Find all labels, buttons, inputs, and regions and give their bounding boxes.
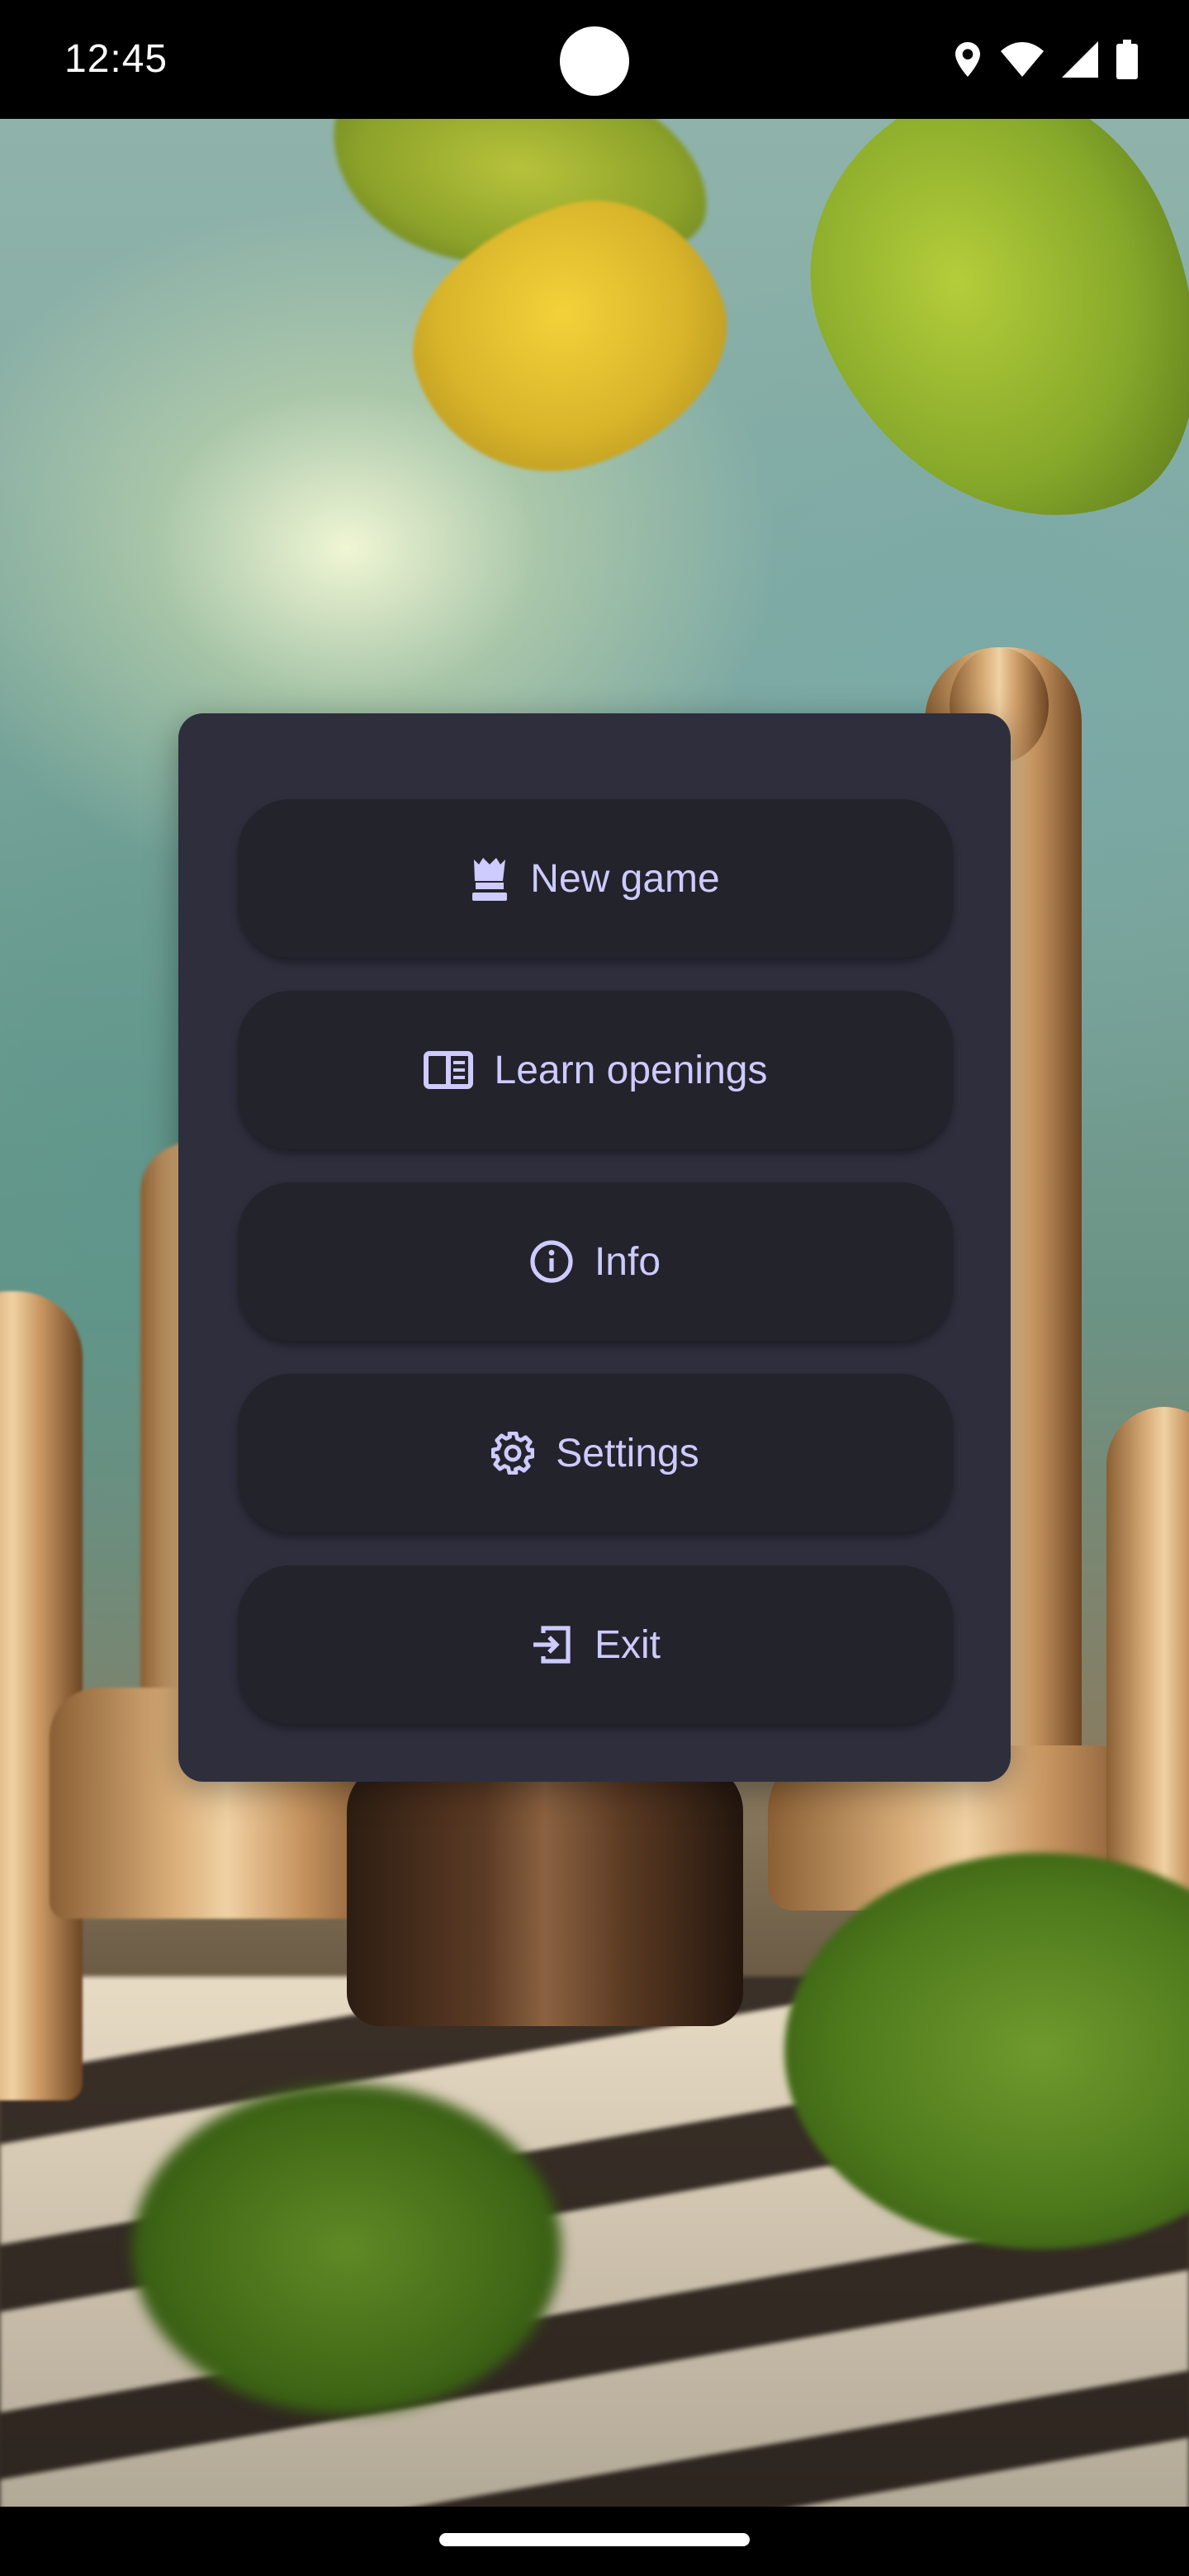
learn-openings-label: Learn openings bbox=[494, 1048, 768, 1092]
status-bar: 12:45 bbox=[0, 0, 1189, 119]
exit-label: Exit bbox=[594, 1622, 661, 1667]
chess-piece bbox=[347, 1762, 743, 2026]
navigation-bar bbox=[0, 2507, 1189, 2576]
info-icon bbox=[530, 1240, 573, 1283]
signal-icon bbox=[1062, 41, 1098, 78]
info-label: Info bbox=[594, 1239, 661, 1284]
gear-icon bbox=[491, 1432, 535, 1475]
battery-icon bbox=[1116, 40, 1138, 79]
status-time: 12:45 bbox=[64, 37, 168, 81]
learn-openings-button[interactable]: Learn openings bbox=[238, 991, 953, 1149]
camera-cutout bbox=[560, 26, 629, 96]
leaf-decoration bbox=[755, 119, 1189, 584]
settings-button[interactable]: Settings bbox=[238, 1374, 953, 1532]
settings-label: Settings bbox=[556, 1431, 699, 1475]
new-game-label: New game bbox=[530, 856, 720, 901]
book-icon bbox=[423, 1051, 473, 1089]
screen: 12:45 New game Learn openings Info Setti… bbox=[0, 0, 1189, 2576]
location-icon bbox=[953, 40, 983, 78]
wifi-icon bbox=[1001, 42, 1044, 77]
home-gesture-handle[interactable] bbox=[439, 2533, 750, 2546]
info-button[interactable]: Info bbox=[238, 1182, 953, 1341]
moss-decoration bbox=[132, 2084, 561, 2414]
main-menu-card: New game Learn openings Info Settings Ex… bbox=[178, 713, 1011, 1782]
exit-button[interactable]: Exit bbox=[238, 1565, 953, 1724]
new-game-button[interactable]: New game bbox=[238, 799, 953, 958]
status-icons bbox=[953, 36, 1138, 83]
exit-icon bbox=[530, 1623, 573, 1666]
chess-queen-icon bbox=[471, 856, 509, 901]
